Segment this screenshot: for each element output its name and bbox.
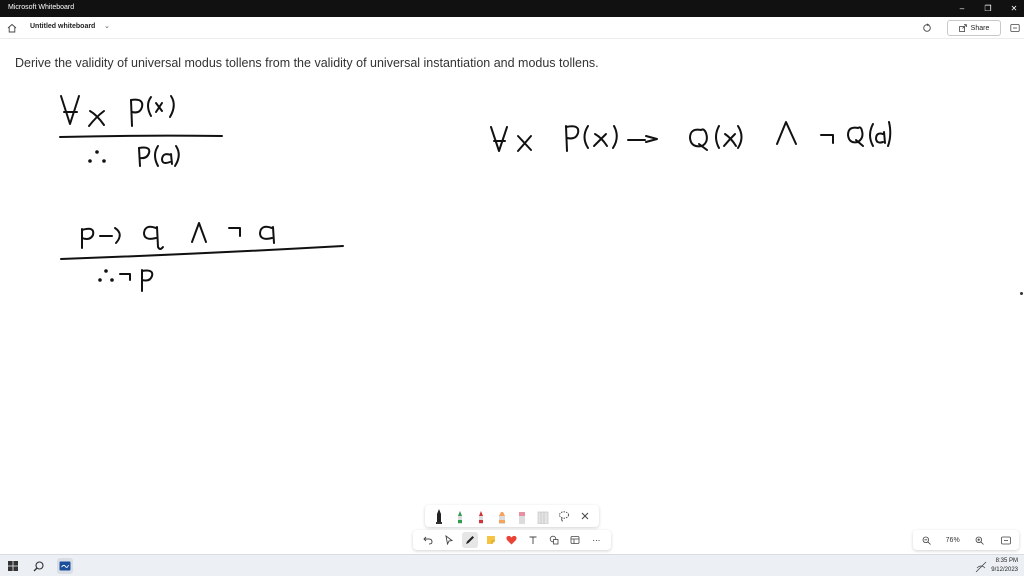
clock-time: 8:35 PM (995, 558, 1018, 564)
pen-icon[interactable] (461, 532, 478, 548)
app-title: Microsoft Whiteboard (8, 4, 75, 11)
fraction-line-1 (59, 134, 223, 138)
minimize-icon[interactable]: – (955, 2, 969, 14)
handwriting-right-expression (490, 121, 892, 152)
pen-tray (425, 505, 599, 527)
share-button[interactable]: Share (947, 20, 1001, 36)
chevron-down-icon[interactable]: ⌄ (104, 22, 110, 30)
zoom-in-icon[interactable] (972, 533, 986, 547)
system-clock[interactable]: 8:35 PM 9/12/2023 (991, 557, 1018, 575)
app-bar: Untitled whiteboard ⌄ Share (0, 17, 1024, 39)
handwriting-premise-1 (60, 95, 175, 127)
undo-icon[interactable] (420, 532, 436, 548)
windows-start-icon[interactable] (5, 558, 21, 574)
red-pen-icon[interactable] (475, 508, 487, 524)
handwriting-ink (59, 95, 892, 292)
whiteboard-canvas[interactable]: Derive the validity of universal modus t… (0, 40, 1024, 554)
zoom-controls: 76% (913, 530, 1019, 550)
close-icon[interactable]: ✕ (1007, 2, 1021, 14)
sticky-note-icon[interactable] (483, 532, 499, 548)
templates-icon[interactable] (567, 532, 583, 548)
zoom-level[interactable]: 76% (946, 537, 960, 544)
pink-highlighter-icon[interactable] (516, 508, 528, 524)
sync-icon[interactable] (920, 21, 934, 35)
reactions-icon[interactable] (504, 532, 520, 548)
bottom-toolbar: ⋯ (413, 530, 611, 550)
handwriting-conclusion-1 (88, 145, 180, 167)
taskbar: 8:35 PM 9/12/2023 (0, 554, 1024, 576)
text-icon[interactable] (525, 532, 541, 548)
cursor-icon (1020, 292, 1023, 295)
share-icon (958, 24, 967, 32)
restore-icon[interactable]: ❐ (981, 2, 995, 14)
share-label: Share (970, 24, 990, 32)
network-icon[interactable] (975, 560, 987, 573)
fit-to-screen-icon[interactable] (999, 533, 1013, 547)
orange-highlighter-icon[interactable] (496, 508, 508, 524)
zoom-out-icon[interactable] (919, 533, 933, 547)
eraser-icon[interactable] (537, 508, 549, 524)
select-icon[interactable] (441, 532, 457, 548)
handwriting-premise-2 (81, 222, 275, 250)
green-pen-icon[interactable] (454, 508, 466, 524)
shapes-icon[interactable] (546, 532, 562, 548)
home-icon[interactable] (5, 21, 19, 35)
title-bar: Microsoft Whiteboard – ❐ ✕ (0, 0, 1024, 17)
more-icon[interactable]: ⋯ (588, 532, 604, 548)
search-icon[interactable] (30, 558, 46, 574)
black-pen-icon[interactable] (433, 508, 445, 524)
close-tray-icon[interactable] (579, 508, 591, 524)
handwriting-conclusion-2 (98, 269, 154, 292)
lasso-icon[interactable] (558, 508, 570, 524)
clock-date: 9/12/2023 (991, 567, 1018, 573)
settings-icon[interactable] (1008, 21, 1022, 35)
board-name[interactable]: Untitled whiteboard (30, 23, 95, 30)
fraction-line-2 (60, 245, 344, 260)
whiteboard-app-icon[interactable] (57, 558, 73, 574)
